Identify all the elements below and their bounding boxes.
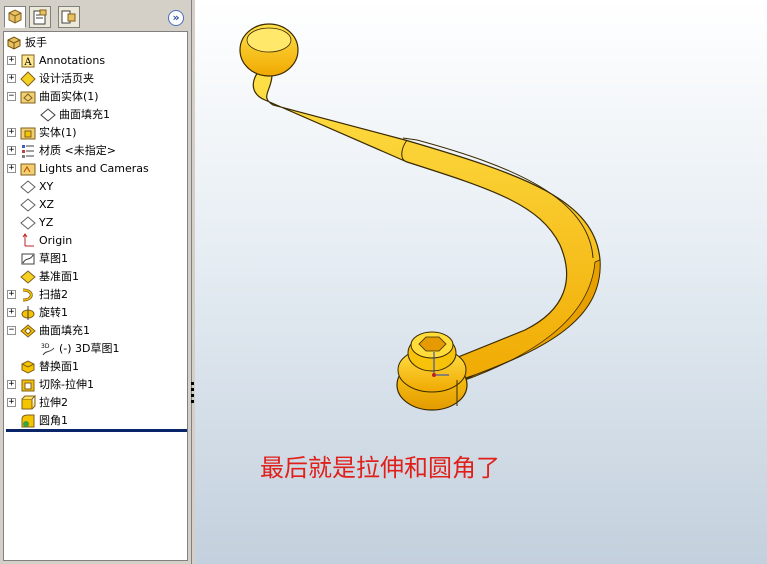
- tree-root-item[interactable]: 扳手: [4, 34, 187, 52]
- tree-item[interactable]: 3D (-) 3D草图1: [4, 340, 187, 358]
- collapse-icon[interactable]: −: [7, 92, 16, 101]
- feature-tree-icon: [8, 9, 22, 24]
- tree-item-label: 扫描2: [39, 288, 68, 301]
- tree-item-label: Annotations: [39, 54, 106, 67]
- tree-item-label: 设计活页夹: [39, 72, 94, 85]
- tree-item[interactable]: XZ: [4, 196, 187, 214]
- fillet-icon: [21, 414, 35, 428]
- replace-face-icon: [21, 360, 35, 374]
- tree-item[interactable]: − 曲面实体(1): [4, 88, 187, 106]
- plane-icon: [20, 216, 36, 230]
- tree-item[interactable]: + A Annotations: [4, 52, 187, 70]
- tree-item-label: YZ: [39, 216, 54, 229]
- expand-icon[interactable]: +: [7, 164, 16, 173]
- tree-item[interactable]: + 拉伸2: [4, 394, 187, 412]
- tree-item[interactable]: 替换面1: [4, 358, 187, 376]
- annotations-icon: A: [21, 54, 35, 68]
- collapse-icon[interactable]: −: [7, 326, 16, 335]
- expand-icon[interactable]: +: [7, 128, 16, 137]
- tab-feature-tree[interactable]: [4, 6, 26, 28]
- revolve-icon: [21, 306, 35, 320]
- tree-item[interactable]: 圆角1: [4, 412, 187, 430]
- tree-item-label: 切除-拉伸1: [39, 378, 94, 391]
- tree-item-label: 草图1: [39, 252, 68, 265]
- feature-tree: 扳手 + A Annotations + 设计活页夹 − 曲面实体(1) 曲面填充1 + 实体(1…: [3, 31, 188, 561]
- rollback-bar[interactable]: [6, 429, 187, 432]
- expand-icon[interactable]: +: [7, 308, 16, 317]
- collapse-panel-button[interactable]: »: [168, 10, 184, 26]
- tree-item-label: 曲面填充1: [59, 108, 110, 121]
- tree-item-label: 实体(1): [39, 126, 77, 139]
- extrude-icon: [21, 395, 36, 410]
- expand-icon[interactable]: +: [7, 74, 16, 83]
- tree-item[interactable]: + 旋转1: [4, 304, 187, 322]
- expand-icon[interactable]: +: [7, 290, 16, 299]
- surface-bodies-icon: [20, 91, 36, 104]
- tree-item-label: 替换面1: [39, 360, 79, 373]
- tree-item[interactable]: 草图1: [4, 250, 187, 268]
- surface-fill-icon: [40, 108, 56, 122]
- tree-item[interactable]: + 设计活页夹: [4, 70, 187, 88]
- svg-text:A: A: [23, 57, 32, 68]
- origin-icon: [22, 233, 34, 247]
- cut-extrude-icon: [21, 379, 35, 392]
- sketch-icon: [21, 253, 35, 265]
- part-icon: [7, 36, 21, 50]
- sweep-icon: [22, 288, 33, 302]
- tree-item[interactable]: + 切除-拉伸1: [4, 376, 187, 394]
- tree-item[interactable]: YZ: [4, 214, 187, 232]
- tree-item-label: 材质 <未指定>: [39, 144, 116, 157]
- reference-plane-icon: [20, 270, 36, 284]
- 3d-sketch-icon: 3D: [41, 343, 55, 356]
- tree-item[interactable]: + 材质 <未指定>: [4, 142, 187, 160]
- tree-item[interactable]: + Lights and Cameras: [4, 160, 187, 178]
- tree-item-label: Lights and Cameras: [39, 162, 149, 175]
- tree-item[interactable]: + 实体(1): [4, 124, 187, 142]
- expand-icon[interactable]: +: [7, 380, 16, 389]
- tab-configuration-manager[interactable]: [58, 6, 80, 28]
- solid-bodies-icon: [20, 127, 36, 140]
- material-icon: [22, 145, 34, 158]
- lights-cameras-icon: [20, 163, 36, 176]
- expand-icon[interactable]: +: [7, 56, 16, 65]
- property-manager-icon: [33, 9, 47, 25]
- annotation-text: 最后就是拉伸和圆角了: [260, 454, 500, 482]
- plane-icon: [20, 198, 36, 212]
- design-binder-icon: [20, 71, 36, 87]
- tree-item-label: XY: [39, 180, 54, 193]
- tree-item-label: XZ: [39, 198, 55, 211]
- surface-fill-feature-icon: [20, 324, 36, 338]
- tree-item-label: 拉伸2: [39, 396, 68, 409]
- tree-item[interactable]: + 扫描2: [4, 286, 187, 304]
- plane-icon: [20, 180, 36, 194]
- tree-item-label: 旋转1: [39, 306, 68, 319]
- tree-item[interactable]: 基准面1: [4, 268, 187, 286]
- tree-item[interactable]: Origin: [4, 232, 187, 250]
- configuration-manager-icon: [61, 10, 76, 24]
- tree-item-label: Origin: [39, 234, 73, 247]
- tree-item-label: (-) 3D草图1: [59, 342, 120, 355]
- tree-item[interactable]: XY: [4, 178, 187, 196]
- tab-property-manager[interactable]: [29, 6, 51, 28]
- tree-root-label: 扳手: [25, 36, 47, 49]
- expand-icon[interactable]: +: [7, 146, 16, 155]
- tree-item[interactable]: − 曲面填充1: [4, 322, 187, 340]
- tree-item-label: 曲面实体(1): [39, 90, 99, 103]
- panel-tab-bar: »: [0, 0, 191, 30]
- tree-item-label: 圆角1: [39, 414, 68, 427]
- tree-item[interactable]: 曲面填充1: [4, 106, 187, 124]
- svg-text:3D: 3D: [41, 343, 50, 350]
- graphics-viewport[interactable]: 最后就是拉伸和圆角了: [195, 0, 767, 564]
- feature-manager-panel: » 扳手 + A Annotations + 设计活页夹 − 曲面实体(1) 曲面填充1 + 实体…: [0, 0, 194, 564]
- expand-icon[interactable]: +: [7, 398, 16, 407]
- tree-item-label: 基准面1: [39, 270, 79, 283]
- tree-item-label: 曲面填充1: [39, 324, 90, 337]
